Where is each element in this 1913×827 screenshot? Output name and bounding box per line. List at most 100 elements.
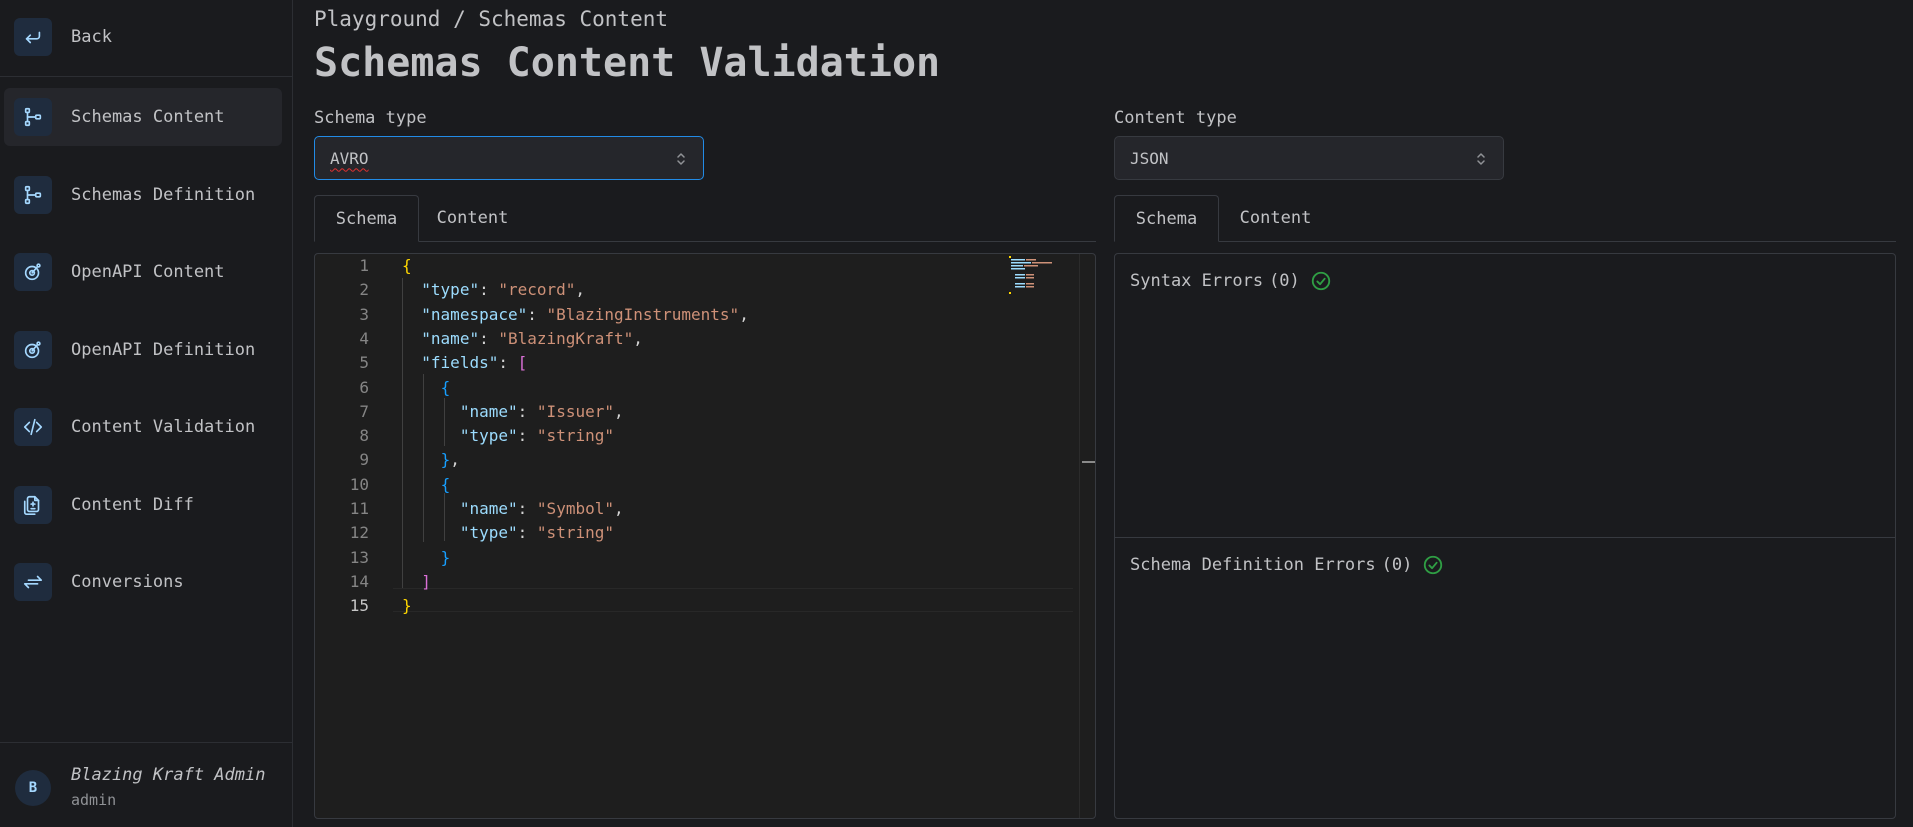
sidebar-item-openapi-definition[interactable]: OpenAPI Definition xyxy=(4,321,282,379)
schema-type-label: Schema type xyxy=(314,108,427,128)
code-text: "namespace": "BlazingInstruments", xyxy=(421,304,749,324)
code-text: } xyxy=(402,596,412,616)
tab-content[interactable]: Content xyxy=(419,195,526,241)
code-text: "type": "string" xyxy=(459,523,614,543)
minimap[interactable] xyxy=(1007,254,1067,818)
code-line: 1{ xyxy=(315,254,997,278)
selector-chevron-icon xyxy=(677,153,685,165)
content-type-value: JSON xyxy=(1130,148,1169,168)
line-number: 6 xyxy=(359,377,369,397)
tab-label: Content xyxy=(436,208,509,228)
schema-tree-icon xyxy=(14,98,52,136)
sidebar-item-label: Content Validation xyxy=(71,417,256,437)
scrollbar-position-marker xyxy=(1082,461,1095,463)
tab-label: Content xyxy=(1239,208,1312,228)
avatar: B xyxy=(15,770,51,806)
code-text: ] xyxy=(421,571,431,591)
check-circle-icon xyxy=(1424,555,1443,575)
line-number: 1 xyxy=(359,256,369,275)
breadcrumb: Playground / Schemas Content xyxy=(314,7,669,31)
code-line: 2 "type": "record", xyxy=(315,278,997,302)
code-line: 8 "type": "string" xyxy=(315,424,997,448)
code-text: }, xyxy=(440,450,460,470)
code-line: 13 } xyxy=(315,546,997,570)
sidebar-item-label: OpenAPI Definition xyxy=(71,340,256,360)
sidebar: Back Schemas Content Schemas Definition … xyxy=(0,0,293,827)
tab-schema[interactable]: Schema xyxy=(314,195,419,242)
line-number: 3 xyxy=(359,304,369,324)
definition-errors-count: (0) xyxy=(1381,555,1413,575)
content-type-select[interactable]: JSON xyxy=(1114,136,1504,180)
openapi-icon xyxy=(14,331,52,369)
code-line: 7 "name": "Issuer", xyxy=(315,400,997,424)
sidebar-item-label: Schemas Definition xyxy=(71,185,256,205)
code-line: 11 "name": "Symbol", xyxy=(315,497,997,521)
sidebar-item-openapi-content[interactable]: OpenAPI Content xyxy=(4,243,282,301)
back-button[interactable]: Back xyxy=(4,8,282,66)
code-line: 10 { xyxy=(315,473,997,497)
line-number: 12 xyxy=(349,523,369,543)
syntax-errors-label: Syntax Errors xyxy=(1130,271,1264,291)
code-text: "name": "Issuer", xyxy=(459,401,624,421)
line-number: 4 xyxy=(359,328,369,348)
syntax-errors-count: (0) xyxy=(1269,271,1300,291)
selector-chevron-icon xyxy=(1477,153,1485,165)
validation-results-panel: Syntax Errors (0) Schema Definition Erro… xyxy=(1114,253,1896,819)
page-title: Schemas Content Validation xyxy=(314,40,941,86)
code-line: 4 "name": "BlazingKraft", xyxy=(315,327,997,351)
tab-schema[interactable]: Schema xyxy=(1114,195,1219,242)
sidebar-item-content-diff[interactable]: Content Diff xyxy=(4,476,282,534)
line-number: 5 xyxy=(359,353,369,373)
line-number: 11 xyxy=(349,499,369,518)
sidebar-item-label: Schemas Content xyxy=(71,107,225,127)
arrows-exchange-icon xyxy=(14,563,52,601)
line-number: 10 xyxy=(349,474,369,494)
user-menu[interactable]: B Blazing Kraft Admin admin xyxy=(0,743,293,827)
sidebar-divider xyxy=(0,76,293,77)
sidebar-item-schemas-content[interactable]: Schemas Content xyxy=(4,88,282,146)
editor-scrollbar[interactable] xyxy=(1079,254,1095,818)
code-line: 15} xyxy=(315,594,997,618)
results-tabs: Schema Content xyxy=(1114,195,1896,242)
syntax-errors-heading: Syntax Errors (0) xyxy=(1130,270,1332,292)
schema-type-select[interactable]: AVRO xyxy=(314,136,704,180)
sidebar-item-label: Content Diff xyxy=(71,495,194,515)
sidebar-item-content-validation[interactable]: Content Validation xyxy=(4,398,282,456)
code-editor[interactable]: 1{2 "type": "record", 3 "namespace": "Bla… xyxy=(314,253,1096,819)
line-number: 2 xyxy=(359,280,369,300)
sidebar-item-conversions[interactable]: Conversions xyxy=(4,553,282,611)
code-text: "fields": [ xyxy=(421,353,528,373)
code-text: "type": "string" xyxy=(459,426,614,446)
results-divider xyxy=(1115,537,1895,538)
code-text: "name": "Symbol", xyxy=(459,499,624,518)
openapi-icon xyxy=(14,253,52,291)
line-number: 13 xyxy=(349,547,369,567)
code-text: "name": "BlazingKraft", xyxy=(421,328,643,348)
code-text: } xyxy=(440,547,451,567)
code-line: 3 "namespace": "BlazingInstruments", xyxy=(315,303,997,327)
schema-editor-tabs: Schema Content xyxy=(314,195,1096,242)
schema-type-value: AVRO xyxy=(330,148,369,168)
sidebar-item-label: Conversions xyxy=(71,572,184,592)
tab-label: Schema xyxy=(1135,208,1198,229)
user-role: admin xyxy=(71,791,117,809)
code-line: 14 ] xyxy=(315,570,997,594)
back-arrow-icon xyxy=(14,18,52,56)
code-text: { xyxy=(440,474,451,494)
sidebar-item-schemas-definition[interactable]: Schemas Definition xyxy=(4,166,282,224)
code-line: 9 }, xyxy=(315,448,997,472)
code-text: "type": "record", xyxy=(421,280,586,300)
file-diff-icon xyxy=(14,486,52,524)
line-number: 15 xyxy=(349,596,369,616)
sidebar-item-label: OpenAPI Content xyxy=(71,262,225,282)
code-line: 5 "fields": [ xyxy=(315,351,997,375)
code-text: { xyxy=(402,256,412,275)
line-number: 7 xyxy=(359,401,369,421)
back-label: Back xyxy=(71,27,112,47)
line-number: 14 xyxy=(349,571,369,591)
line-number: 8 xyxy=(359,426,369,446)
line-number: 9 xyxy=(359,450,369,470)
schema-tree-icon xyxy=(14,176,52,214)
content-type-label: Content type xyxy=(1114,108,1237,128)
tab-content[interactable]: Content xyxy=(1219,195,1332,241)
